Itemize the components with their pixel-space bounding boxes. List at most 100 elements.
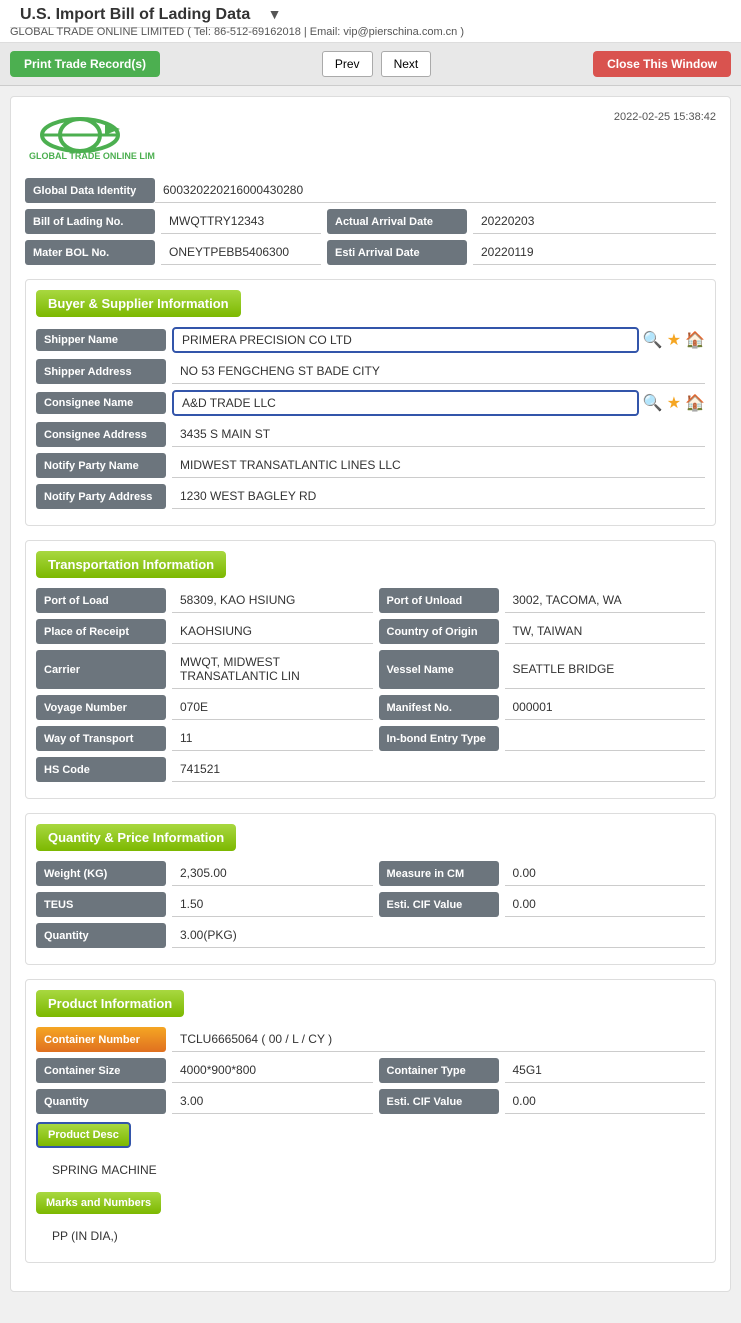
container-number-row: Container Number TCLU6665064 ( 00 / L / … — [36, 1027, 705, 1052]
product-quantity-label: Quantity — [36, 1089, 166, 1114]
voyage-number-value: 070E — [172, 695, 373, 720]
consignee-star-icon[interactable]: ★ — [667, 393, 681, 413]
consignee-name-row: Consignee Name A&D TRADE LLC 🔍 ★ 🏠 — [36, 390, 705, 416]
marks-numbers-row: Marks and Numbers — [36, 1192, 705, 1214]
shipper-name-with-icons: PRIMERA PRECISION CO LTD 🔍 ★ 🏠 — [172, 327, 705, 353]
home-icon[interactable]: 🏠 — [685, 330, 705, 350]
hs-code-label: HS Code — [36, 757, 166, 782]
esti-arrival-date-label: Esti Arrival Date — [327, 240, 467, 265]
measure-label: Measure in CM — [379, 861, 499, 886]
teus-label: TEUS — [36, 892, 166, 917]
top-bar: U.S. Import Bill of Lading Data ▼ GLOBAL… — [0, 0, 741, 43]
quantity-price-header: Quantity & Price Information — [36, 824, 236, 851]
weight-label: Weight (KG) — [36, 861, 166, 886]
notify-party-name-row: Notify Party Name MIDWEST TRANSATLANTIC … — [36, 453, 705, 478]
product-esti-cif-value: 0.00 — [505, 1089, 706, 1114]
consignee-address-row: Consignee Address 3435 S MAIN ST — [36, 422, 705, 447]
consignee-home-icon[interactable]: 🏠 — [685, 393, 705, 413]
buyer-supplier-header: Buyer & Supplier Information — [36, 290, 241, 317]
notify-party-address-row: Notify Party Address 1230 WEST BAGLEY RD — [36, 484, 705, 509]
prev-button[interactable]: Prev — [322, 51, 373, 77]
marks-numbers-value: PP (IN DIA,) — [44, 1224, 697, 1248]
carrier-label: Carrier — [36, 650, 166, 689]
product-desc-value: SPRING MACHINE — [44, 1158, 697, 1182]
transportation-header: Transportation Information — [36, 551, 226, 578]
timestamp: 2022-02-25 15:38:42 — [614, 111, 716, 123]
bill-of-lading-value: MWQTTRY12343 — [161, 209, 321, 234]
gto-logo: GLOBAL TRADE ONLINE LIMITED — [25, 111, 155, 166]
shipper-name-value: PRIMERA PRECISION CO LTD — [172, 327, 639, 353]
transport-row: Way of Transport 11 In-bond Entry Type — [36, 726, 705, 751]
hs-code-value: 741521 — [172, 757, 705, 782]
container-number-value: TCLU6665064 ( 00 / L / CY ) — [172, 1027, 705, 1052]
actual-arrival-date-value: 20220203 — [473, 209, 716, 234]
vessel-name-label: Vessel Name — [379, 650, 499, 689]
svg-text:GLOBAL TRADE ONLINE LIMITED: GLOBAL TRADE ONLINE LIMITED — [29, 151, 155, 161]
carrier-row: Carrier MWQT, MIDWEST TRANSATLANTIC LIN … — [36, 650, 705, 689]
product-esti-cif-label: Esti. CIF Value — [379, 1089, 499, 1114]
master-bol-value: ONEYTPEBB5406300 — [161, 240, 321, 265]
toolbar: Print Trade Record(s) Prev Next Close Th… — [0, 43, 741, 86]
dropdown-arrow-icon[interactable]: ▼ — [268, 6, 282, 22]
quantity-value: 3.00(PKG) — [172, 923, 705, 948]
container-type-value: 45G1 — [505, 1058, 706, 1083]
shipper-address-row: Shipper Address NO 53 FENGCHENG ST BADE … — [36, 359, 705, 384]
print-button[interactable]: Print Trade Record(s) — [10, 51, 160, 77]
marks-numbers-button[interactable]: Marks and Numbers — [36, 1192, 161, 1214]
container-size-label: Container Size — [36, 1058, 166, 1083]
star-icon[interactable]: ★ — [667, 330, 681, 350]
consignee-address-value: 3435 S MAIN ST — [172, 422, 705, 447]
notify-party-address-value: 1230 WEST BAGLEY RD — [172, 484, 705, 509]
place-of-receipt-label: Place of Receipt — [36, 619, 166, 644]
close-button[interactable]: Close This Window — [593, 51, 731, 77]
esti-cif-value: 0.00 — [505, 892, 706, 917]
teus-row: TEUS 1.50 Esti. CIF Value 0.00 — [36, 892, 705, 917]
bol-row: Bill of Lading No. MWQTTRY12343 Actual A… — [25, 209, 716, 234]
in-bond-entry-type-label: In-bond Entry Type — [379, 726, 499, 751]
way-of-transport-label: Way of Transport — [36, 726, 166, 751]
product-quantity-value: 3.00 — [172, 1089, 373, 1114]
master-bol-label: Mater BOL No. — [25, 240, 155, 265]
shipper-name-row: Shipper Name PRIMERA PRECISION CO LTD 🔍 … — [36, 327, 705, 353]
weight-value: 2,305.00 — [172, 861, 373, 886]
product-desc-button[interactable]: Product Desc — [36, 1122, 131, 1148]
next-button[interactable]: Next — [381, 51, 432, 77]
buyer-supplier-section: Buyer & Supplier Information Shipper Nam… — [25, 279, 716, 526]
teus-value: 1.50 — [172, 892, 373, 917]
place-receipt-row: Place of Receipt KAOHSIUNG Country of Or… — [36, 619, 705, 644]
port-of-unload-label: Port of Unload — [379, 588, 499, 613]
notify-party-address-label: Notify Party Address — [36, 484, 166, 509]
quantity-label: Quantity — [36, 923, 166, 948]
bill-of-lading-label: Bill of Lading No. — [25, 209, 155, 234]
global-data-identity-value: 600320220216000430280 — [155, 178, 716, 203]
shipper-name-label: Shipper Name — [36, 329, 166, 351]
way-of-transport-value: 11 — [172, 726, 373, 751]
esti-cif-label: Esti. CIF Value — [379, 892, 499, 917]
consignee-name-label: Consignee Name — [36, 392, 166, 414]
country-of-origin-label: Country of Origin — [379, 619, 499, 644]
shipper-address-label: Shipper Address — [36, 359, 166, 384]
manifest-no-label: Manifest No. — [379, 695, 499, 720]
consignee-search-icon[interactable]: 🔍 — [643, 393, 663, 413]
consignee-address-label: Consignee Address — [36, 422, 166, 447]
page-title: U.S. Import Bill of Lading Data — [10, 0, 260, 28]
container-size-value: 4000*900*800 — [172, 1058, 373, 1083]
weight-row: Weight (KG) 2,305.00 Measure in CM 0.00 — [36, 861, 705, 886]
hs-code-row: HS Code 741521 — [36, 757, 705, 782]
voyage-row: Voyage Number 070E Manifest No. 000001 — [36, 695, 705, 720]
search-icon[interactable]: 🔍 — [643, 330, 663, 350]
subtitle: GLOBAL TRADE ONLINE LIMITED ( Tel: 86-51… — [10, 26, 731, 38]
measure-value: 0.00 — [505, 861, 706, 886]
container-number-label: Container Number — [36, 1027, 166, 1052]
place-of-receipt-value: KAOHSIUNG — [172, 619, 373, 644]
transportation-section: Transportation Information Port of Load … — [25, 540, 716, 799]
port-of-load-value: 58309, KAO HSIUNG — [172, 588, 373, 613]
product-header: Product Information — [36, 990, 184, 1017]
notify-party-name-label: Notify Party Name — [36, 453, 166, 478]
carrier-value: MWQT, MIDWEST TRANSATLANTIC LIN — [172, 650, 373, 689]
master-bol-row: Mater BOL No. ONEYTPEBB5406300 Esti Arri… — [25, 240, 716, 265]
voyage-number-label: Voyage Number — [36, 695, 166, 720]
container-type-label: Container Type — [379, 1058, 499, 1083]
port-row: Port of Load 58309, KAO HSIUNG Port of U… — [36, 588, 705, 613]
country-of-origin-value: TW, TAIWAN — [505, 619, 706, 644]
